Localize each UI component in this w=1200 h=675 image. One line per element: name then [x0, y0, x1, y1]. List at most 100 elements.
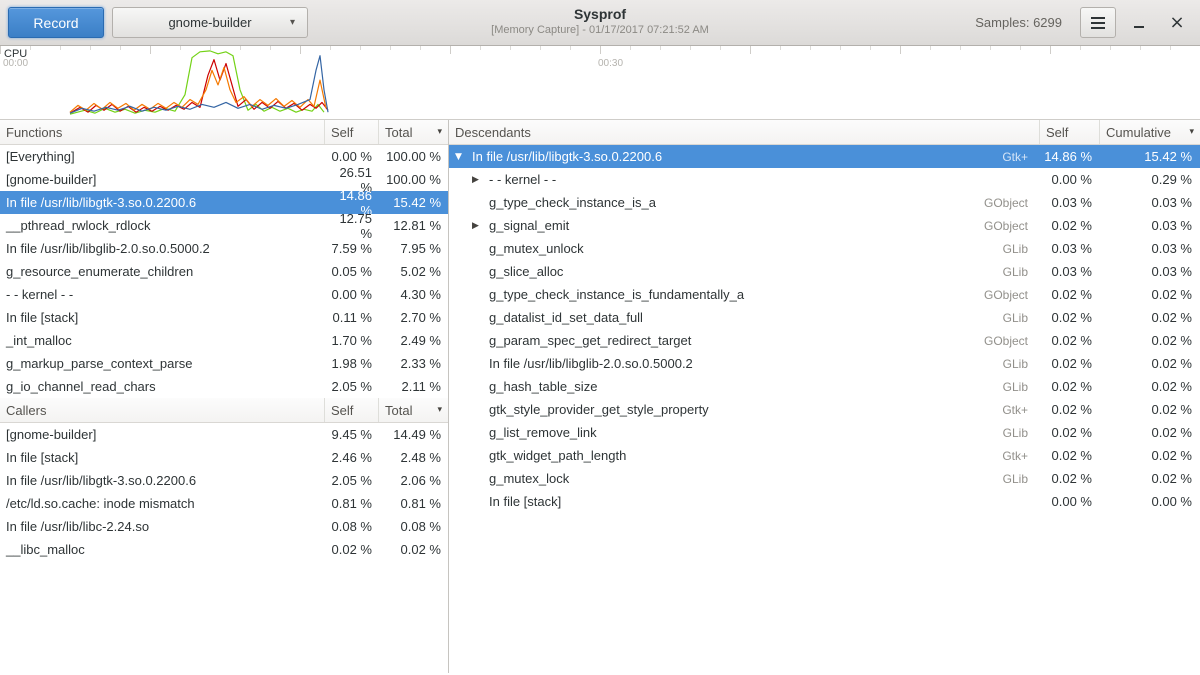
sort-indicator-icon: ▾: [1189, 127, 1194, 137]
table-row[interactable]: /etc/ld.so.cache: inode mismatch0.81 %0.…: [0, 492, 448, 515]
cumulative-percent: 0.03 %: [1100, 241, 1200, 256]
self-percent: 0.00 %: [325, 287, 379, 302]
table-row[interactable]: [gnome-builder]9.45 %14.49 %: [0, 423, 448, 446]
cpu-timeline[interactable]: CPU 00:00 00:30: [0, 46, 1200, 120]
record-button[interactable]: Record: [8, 7, 104, 38]
total-percent: 5.02 %: [379, 264, 448, 279]
column-header-descendants[interactable]: Descendants: [449, 120, 1040, 144]
minimize-button[interactable]: [1124, 8, 1154, 38]
table-row[interactable]: _int_malloc1.70 %2.49 %: [0, 329, 448, 352]
window-subtitle: [Memory Capture] - 01/17/2017 07:21:52 A…: [491, 24, 709, 36]
function-name: g_signal_emit: [489, 218, 569, 233]
tree-row[interactable]: g_type_check_instance_is_aGObject0.03 %0…: [449, 191, 1200, 214]
cumulative-percent: 0.00 %: [1100, 494, 1200, 509]
function-name: In file /usr/lib/libgtk-3.so.0.2200.6: [472, 149, 662, 164]
tree-row[interactable]: In file /usr/lib/libglib-2.0.so.0.5000.2…: [449, 352, 1200, 375]
function-name: g_mutex_lock: [489, 471, 569, 486]
function-name: In file [stack]: [0, 310, 325, 325]
column-header-self[interactable]: Self: [325, 120, 379, 144]
tree-row[interactable]: gtk_style_provider_get_style_propertyGtk…: [449, 398, 1200, 421]
self-percent: 0.02 %: [1040, 218, 1100, 233]
function-name: /etc/ld.so.cache: inode mismatch: [0, 496, 325, 511]
self-percent: 12.75 %: [325, 211, 379, 241]
tree-row[interactable]: g_mutex_lockGLib0.02 %0.02 %: [449, 467, 1200, 490]
table-row[interactable]: In file /usr/lib/libgtk-3.so.0.2200.614.…: [0, 191, 448, 214]
function-name: In file /usr/lib/libgtk-3.so.0.2200.6: [0, 473, 325, 488]
self-percent: 0.03 %: [1040, 264, 1100, 279]
category-label: Gtk+: [1002, 150, 1040, 164]
column-label: Callers: [6, 403, 46, 418]
table-row[interactable]: In file [stack]0.11 %2.70 %: [0, 306, 448, 329]
function-name: [Everything]: [0, 149, 325, 164]
self-percent: 0.81 %: [325, 496, 379, 511]
table-row[interactable]: g_io_channel_read_chars2.05 %2.11 %: [0, 375, 448, 398]
function-name: In file /usr/lib/libglib-2.0.so.0.5000.2: [489, 356, 693, 371]
cumulative-percent: 0.02 %: [1100, 379, 1200, 394]
tree-row[interactable]: ▶- - kernel - -0.00 %0.29 %: [449, 168, 1200, 191]
function-name: g_resource_enumerate_children: [0, 264, 325, 279]
menu-button[interactable]: [1080, 7, 1116, 38]
descendant-name-cell: g_type_check_instance_is_aGObject: [449, 195, 1040, 210]
cumulative-percent: 0.02 %: [1100, 425, 1200, 440]
table-row[interactable]: - - kernel - -0.00 %4.30 %: [0, 283, 448, 306]
main-content: Functions Self Total ▾ [Everything]0.00 …: [0, 120, 1200, 673]
column-label: Total: [385, 403, 412, 418]
tree-row[interactable]: g_mutex_unlockGLib0.03 %0.03 %: [449, 237, 1200, 260]
total-percent: 7.95 %: [379, 241, 448, 256]
self-percent: 0.00 %: [1040, 172, 1100, 187]
tree-row[interactable]: ▶g_signal_emitGObject0.02 %0.03 %: [449, 214, 1200, 237]
tree-row[interactable]: g_slice_allocGLib0.03 %0.03 %: [449, 260, 1200, 283]
table-row[interactable]: In file [stack]2.46 %2.48 %: [0, 446, 448, 469]
expander-open-icon[interactable]: ▼: [455, 152, 472, 162]
cumulative-percent: 0.02 %: [1100, 333, 1200, 348]
column-header-cumulative[interactable]: Cumulative ▾: [1100, 120, 1200, 144]
expander-closed-icon[interactable]: ▶: [472, 175, 489, 185]
category-label: GObject: [984, 288, 1040, 302]
self-percent: 0.03 %: [1040, 241, 1100, 256]
column-label: Self: [331, 403, 353, 418]
self-percent: 7.59 %: [325, 241, 379, 256]
table-row[interactable]: [Everything]0.00 %100.00 %: [0, 145, 448, 168]
cumulative-percent: 0.02 %: [1100, 310, 1200, 325]
column-header-self[interactable]: Self: [325, 398, 379, 422]
tree-row[interactable]: g_param_spec_get_redirect_targetGObject0…: [449, 329, 1200, 352]
tree-row[interactable]: g_list_remove_linkGLib0.02 %0.02 %: [449, 421, 1200, 444]
table-row[interactable]: In file /usr/lib/libc-2.24.so0.08 %0.08 …: [0, 515, 448, 538]
table-row[interactable]: In file /usr/lib/libgtk-3.so.0.2200.62.0…: [0, 469, 448, 492]
descendant-name-cell: ▶- - kernel - -: [449, 172, 1040, 187]
process-selector-dropdown[interactable]: gnome-builder ▾: [112, 7, 308, 38]
table-row[interactable]: g_resource_enumerate_children0.05 %5.02 …: [0, 260, 448, 283]
function-name: g_type_check_instance_is_fundamentally_a: [489, 287, 744, 302]
tree-row[interactable]: In file [stack]0.00 %0.00 %: [449, 490, 1200, 513]
function-name: g_mutex_unlock: [489, 241, 584, 256]
category-label: GLib: [1003, 472, 1040, 486]
column-header-functions[interactable]: Functions: [0, 120, 325, 144]
column-label: Self: [331, 125, 353, 140]
tree-row[interactable]: g_type_check_instance_is_fundamentally_a…: [449, 283, 1200, 306]
category-label: GObject: [984, 219, 1040, 233]
window-title: Sysprof: [491, 6, 709, 22]
descendant-name-cell: g_list_remove_linkGLib: [449, 425, 1040, 440]
column-header-total[interactable]: Total ▾: [379, 120, 448, 144]
table-row[interactable]: In file /usr/lib/libglib-2.0.so.0.5000.2…: [0, 237, 448, 260]
tree-row[interactable]: ▼In file /usr/lib/libgtk-3.so.0.2200.6 Gt…: [449, 145, 1200, 168]
table-row[interactable]: __libc_malloc0.02 %0.02 %: [0, 538, 448, 561]
sort-indicator-icon: ▾: [437, 405, 442, 415]
expander-closed-icon[interactable]: ▶: [472, 221, 489, 231]
column-header-self[interactable]: Self: [1040, 120, 1100, 144]
function-name: _int_malloc: [0, 333, 325, 348]
table-row[interactable]: [gnome-builder]26.51 %100.00 %: [0, 168, 448, 191]
sort-indicator-icon: ▾: [437, 127, 442, 137]
total-percent: 2.48 %: [379, 450, 448, 465]
table-row[interactable]: g_markup_parse_context_parse1.98 %2.33 %: [0, 352, 448, 375]
tree-row[interactable]: g_hash_table_sizeGLib0.02 %0.02 %: [449, 375, 1200, 398]
function-name: [gnome-builder]: [0, 172, 325, 187]
self-percent: 0.00 %: [1040, 494, 1100, 509]
column-header-total[interactable]: Total ▾: [379, 398, 448, 422]
close-button[interactable]: ×: [1162, 8, 1192, 38]
column-header-callers[interactable]: Callers: [0, 398, 325, 422]
tree-row[interactable]: g_datalist_id_set_data_fullGLib0.02 %0.0…: [449, 306, 1200, 329]
table-row[interactable]: __pthread_rwlock_rdlock12.75 %12.81 %: [0, 214, 448, 237]
total-percent: 0.08 %: [379, 519, 448, 534]
tree-row[interactable]: gtk_widget_path_lengthGtk+0.02 %0.02 %: [449, 444, 1200, 467]
